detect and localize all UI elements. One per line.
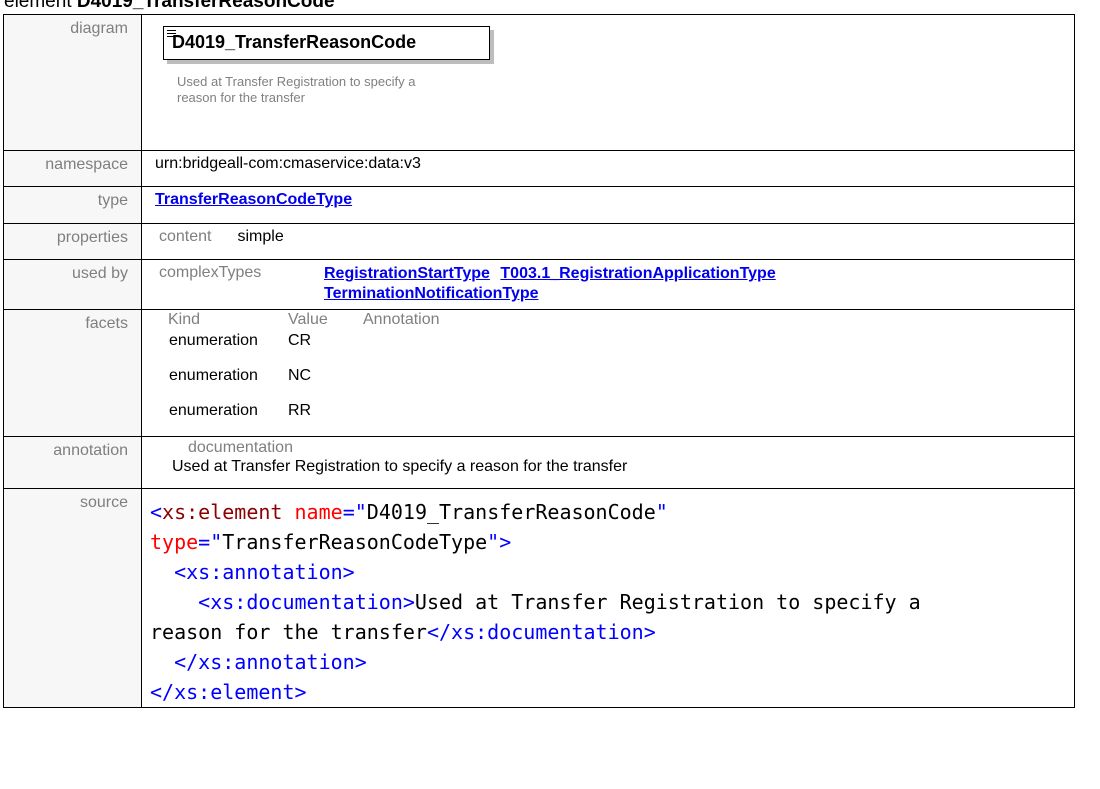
label-source: source <box>3 488 142 708</box>
used-by-content: complexTypes RegistrationStartType T003.… <box>149 264 1074 304</box>
facet-kind: enumeration <box>169 402 258 419</box>
type-link[interactable]: TransferReasonCodeType <box>155 191 352 208</box>
used-by-links: RegistrationStartType T003.1_Registratio… <box>324 264 964 304</box>
label-facets: facets <box>3 309 142 437</box>
facet-kind: enumeration <box>169 332 258 349</box>
used-by-link[interactable]: RegistrationStartType <box>324 265 490 282</box>
label-diagram: diagram <box>3 14 142 151</box>
label-type: type <box>3 186 142 224</box>
properties-value: simple <box>237 228 284 245</box>
used-by-kind: complexTypes <box>159 264 262 281</box>
label-used-by: used by <box>3 259 142 310</box>
properties-content: content simple <box>149 228 1074 246</box>
diagram-element-box[interactable]: D4019_TransferReasonCode <box>163 26 490 60</box>
annotation-documentation-label: documentation <box>188 439 293 456</box>
facet-row: enumeration CR <box>163 328 1074 363</box>
facet-value: NC <box>288 367 312 384</box>
facet-value: RR <box>288 402 312 419</box>
diagram-cell: D4019_TransferReasonCode Used at Transfe… <box>141 14 1075 151</box>
diagram-element-name: D4019_TransferReasonCode <box>172 32 417 52</box>
diagram-documentation: Used at Transfer Registration to specify… <box>177 74 416 105</box>
row-annotation: annotation documentation Used at Transfe… <box>3 436 1075 489</box>
annotation-text: Used at Transfer Registration to specify… <box>172 458 628 475</box>
facets-header: Kind Value Annotation <box>163 312 1074 328</box>
heading-element-name: D4019_TransferReasonCode <box>76 0 335 12</box>
row-properties: properties content simple <box>3 223 1075 260</box>
row-namespace: namespace urn:bridgeall-com:cmaservice:d… <box>3 150 1075 187</box>
label-namespace: namespace <box>3 150 142 187</box>
namespace-value: urn:bridgeall-com:cmaservice:data:v3 <box>141 150 1075 187</box>
element-heading: element D4019_TransferReasonCode <box>4 0 335 13</box>
row-used-by: used by complexTypes RegistrationStartTy… <box>3 259 1075 310</box>
used-by-link[interactable]: T003.1_RegistrationApplicationType <box>500 265 775 282</box>
facets-header-value: Value <box>288 311 328 328</box>
facets-header-kind: Kind <box>168 311 201 328</box>
row-source: source <xs:element name="D4019_TransferR… <box>3 488 1075 708</box>
facets-header-annotation: Annotation <box>363 311 440 328</box>
used-by-link[interactable]: TerminationNotificationType <box>324 285 539 302</box>
facet-row: enumeration RR <box>163 398 1074 433</box>
row-type: type TransferReasonCodeType <box>3 186 1075 224</box>
label-properties: properties <box>3 223 142 260</box>
facet-kind: enumeration <box>169 367 258 384</box>
row-diagram: diagram D4019_TransferReasonCode Used at… <box>3 14 1075 151</box>
heading-prefix: element <box>4 0 77 12</box>
source-code: <xs:element name="D4019_TransferReasonCo… <box>150 500 921 704</box>
row-facets: facets Kind Value Annotation enumeration… <box>3 309 1075 437</box>
properties-key: content <box>159 228 212 245</box>
facet-row: enumeration NC <box>163 363 1074 398</box>
facet-value: CR <box>288 332 312 349</box>
label-annotation: annotation <box>3 436 142 489</box>
element-doc-table: diagram D4019_TransferReasonCode Used at… <box>3 14 1075 708</box>
